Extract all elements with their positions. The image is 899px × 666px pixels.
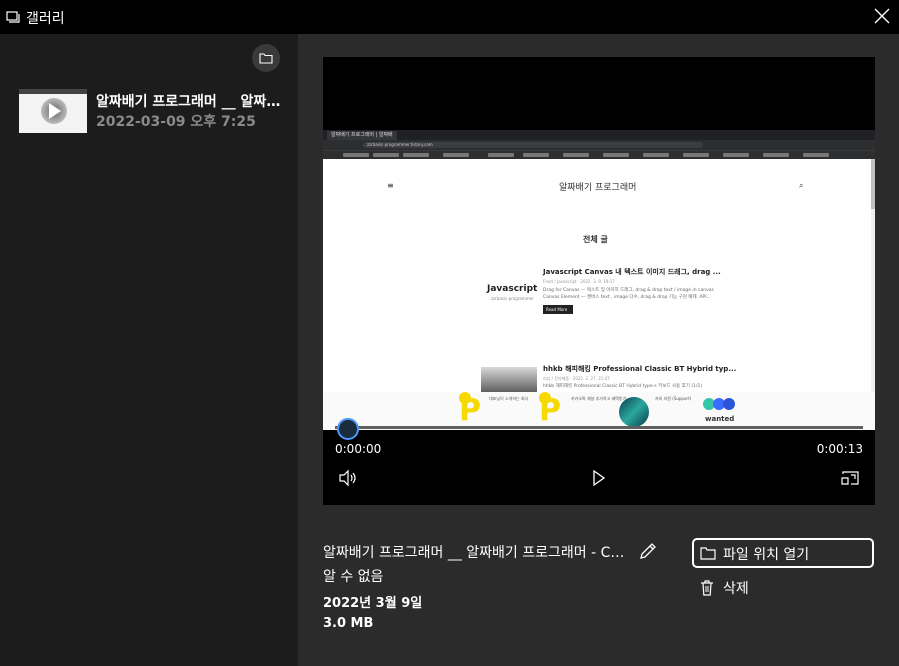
post-thumbnail-sub: zzrbasic-programmer <box>491 296 534 301</box>
browser-tab: 알짜배기 프로그래머 | 알짜배기 <box>327 131 397 147</box>
trash-icon <box>701 580 713 596</box>
cast-icon <box>841 471 859 485</box>
post-title: hhkb 해피해킹 Professional Classic BT Hybrid… <box>543 365 737 373</box>
ad-text: 자비 지원 (Support) <box>655 396 692 401</box>
window-title: 갤러리 <box>26 11 65 27</box>
ad-text: 대표님이 소개하는 회사 <box>489 396 529 401</box>
file-size: 3.0 MB <box>323 616 374 631</box>
bookmark <box>488 153 514 157</box>
play-icon <box>49 103 61 119</box>
post-meta: Front / Javascript · 2022. 3. 9. 19:17 <box>543 279 615 284</box>
video-title: 알짜배기 프로그래머 __ 알짜배기 프로그래머 - Chrome 2022-0… <box>323 545 633 561</box>
folder-icon <box>259 53 273 64</box>
bookmark <box>403 153 429 157</box>
open-file-location-label: 파일 위치 열기 <box>723 547 810 563</box>
post-desc: hhkb 해피해킹 Professional Classic BT Hybrid… <box>543 384 703 389</box>
open-folder-button[interactable] <box>252 44 280 72</box>
ad-logo: P <box>459 393 481 428</box>
delete-label: 삭제 <box>723 581 749 597</box>
post-thumbnail-title: Javascript <box>487 284 538 294</box>
file-date: 2022년 3월 9일 <box>323 596 423 611</box>
site-title: 알짜배기 프로그래머 <box>559 183 637 193</box>
video-player[interactable]: 알짜배기 프로그래머 | 알짜배기 zzrbasic-programmer.ti… <box>323 57 875 505</box>
bookmark <box>523 153 549 157</box>
gallery-icon <box>6 11 20 23</box>
bookmark <box>443 153 469 157</box>
bookmark <box>723 153 749 157</box>
ad-wanted-text: wanted <box>705 415 735 423</box>
browser-tab-strip: 알짜배기 프로그래머 | 알짜배기 <box>323 130 875 147</box>
bookmarks-bar <box>323 150 875 159</box>
ad-logo <box>703 398 737 412</box>
post-thumbnail: Javascript zzrbasic-programmer <box>481 268 538 312</box>
gallery-item[interactable]: 알짜배기 프로그래머 __ 알짜배기 프로그래머 - Chrome 2022-0… <box>19 89 289 135</box>
sidebar: 알짜배기 프로그래머 __ 알짜배기 프로그래머 - Chrome 2022-0… <box>0 34 298 666</box>
browser-url: zzrbasic-programmer.tistory.com <box>363 142 703 148</box>
bookmark <box>563 153 589 157</box>
close-icon[interactable] <box>873 7 891 25</box>
browser-url-bar: zzrbasic-programmer.tistory.com <box>323 140 875 150</box>
post-meta: 리뷰 / 전자제품 · 2022. 2. 27. 21:47 <box>543 376 610 381</box>
play-icon <box>593 470 606 486</box>
menu-icon: ≡ <box>387 181 394 190</box>
gallery-item-name: 알짜배기 프로그래머 __ 알짜배기 프로그래머 - Chrome 2022-0… <box>96 94 281 110</box>
page-scrollbar <box>871 159 875 430</box>
open-file-location-button[interactable]: 파일 위치 열기 <box>692 538 874 568</box>
ad-logo: P <box>539 393 561 428</box>
current-time: 0:00:00 <box>335 442 382 456</box>
bookmark <box>763 153 789 157</box>
video-thumbnail <box>19 89 87 133</box>
delete-button[interactable]: 삭제 <box>698 576 818 600</box>
gallery-item-date: 2022-03-09 오후 7:25 <box>96 114 256 130</box>
scrollbar-thumb <box>871 159 875 209</box>
post-desc: Drag for Canvas — 텍스트 및 이미지 드래그, drag & … <box>543 288 714 293</box>
section-title: 전체 글 <box>583 235 608 244</box>
pencil-icon[interactable] <box>637 540 659 562</box>
main-panel: 알짜배기 프로그래머 | 알짜배기 zzrbasic-programmer.ti… <box>298 34 899 666</box>
read-more-button: Read More <box>543 305 573 314</box>
bookmark <box>643 153 669 157</box>
bookmark <box>803 153 829 157</box>
title-bar: 갤러리 <box>0 0 899 34</box>
post-title: Javascript Canvas 내 텍스트 이미지 드래그, drag ..… <box>543 268 721 276</box>
duration: 0:00:13 <box>816 442 863 456</box>
ad-text: 카카오톡 채널 추가하고 혜택받기 <box>571 396 627 401</box>
play-button[interactable] <box>586 465 612 491</box>
seek-bar[interactable] <box>335 426 863 429</box>
video-frame: 알짜배기 프로그래머 | 알짜배기 zzrbasic-programmer.ti… <box>323 130 875 430</box>
post-desc: Canvas Element — 캔버스 text , image 다수, dr… <box>543 295 711 300</box>
search-icon: ⌕ <box>799 181 804 190</box>
bookmark <box>603 153 629 157</box>
file-location: 알 수 없음 <box>323 569 384 585</box>
folder-icon <box>700 547 716 560</box>
cast-button[interactable] <box>837 465 863 491</box>
bookmark <box>373 153 399 157</box>
thumbnail-bar <box>19 89 87 94</box>
volume-button[interactable] <box>335 465 361 491</box>
ad-banner: P 대표님이 소개하는 회사 P 카카오톡 채널 추가하고 혜택받기 자비 지원… <box>323 392 875 430</box>
volume-icon <box>339 469 356 487</box>
bookmark <box>683 153 709 157</box>
bookmark <box>343 153 369 157</box>
seek-handle[interactable] <box>337 418 359 440</box>
post-thumbnail <box>481 367 537 393</box>
ad-logo <box>619 397 649 427</box>
